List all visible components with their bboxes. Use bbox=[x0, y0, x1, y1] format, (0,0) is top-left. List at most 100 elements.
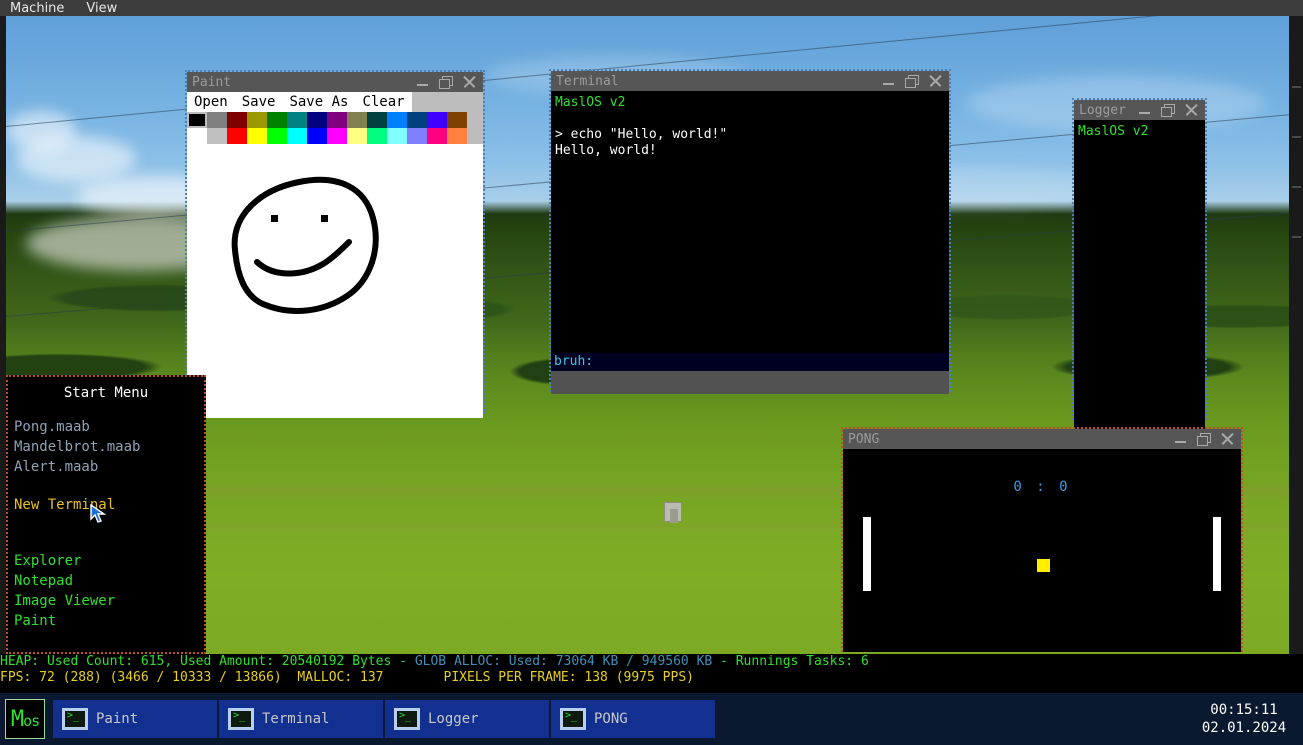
vm-menubar: Machine View bbox=[0, 0, 1303, 16]
paint-menu-open[interactable]: Open bbox=[187, 94, 235, 110]
close-icon[interactable] bbox=[1220, 432, 1234, 446]
vm-menu-machine[interactable]: Machine bbox=[10, 2, 64, 16]
taskbar-button-pong[interactable]: PONG bbox=[551, 700, 715, 738]
start-menu-item-explorer[interactable]: Explorer bbox=[8, 551, 204, 571]
status-sep-1: - bbox=[391, 654, 415, 669]
palette-swatch-r2-4[interactable] bbox=[267, 128, 287, 144]
minimize-icon[interactable] bbox=[416, 75, 430, 89]
paint-menu-clear[interactable]: Clear bbox=[355, 94, 411, 110]
start-menu-item-image-viewer[interactable]: Image Viewer bbox=[8, 591, 204, 611]
palette-swatch-r1-9[interactable] bbox=[367, 112, 387, 128]
pong-window[interactable]: PONG 0 : 0 bbox=[841, 427, 1243, 652]
palette-swatch-r2-3[interactable] bbox=[247, 128, 267, 144]
palette-swatch-r1-11[interactable] bbox=[407, 112, 427, 128]
maximize-icon[interactable] bbox=[905, 74, 919, 88]
start-menu-item-pong-maab[interactable]: Pong.maab bbox=[8, 417, 204, 437]
terminal-output: MaslOS v2 > echo "Hello, world!" Hello, … bbox=[551, 91, 949, 353]
pong-playfield[interactable]: 0 : 0 bbox=[843, 449, 1241, 652]
palette-swatch-r1-8[interactable] bbox=[347, 112, 367, 128]
palette-swatch-r1-13[interactable] bbox=[447, 112, 467, 128]
palette-swatch-r1-3[interactable] bbox=[247, 112, 267, 128]
start-menu-item-new-terminal[interactable]: New Terminal bbox=[8, 495, 204, 515]
taskbar-button-terminal[interactable]: Terminal bbox=[219, 700, 383, 738]
start-menu-item-notepad[interactable]: Notepad bbox=[8, 571, 204, 591]
palette-swatch-r2-10[interactable] bbox=[387, 128, 407, 144]
palette-swatch-r2-13[interactable] bbox=[447, 128, 467, 144]
terminal-window[interactable]: Terminal MaslOS v2 > echo "Hello, world!… bbox=[549, 69, 951, 394]
paint-menubar: Open Save Save As Clear bbox=[187, 92, 483, 112]
palette-swatch-r2-2[interactable] bbox=[227, 128, 247, 144]
palette-swatch-r2-12[interactable] bbox=[427, 128, 447, 144]
maximize-icon[interactable] bbox=[439, 75, 453, 89]
start-menu-spacer-1 bbox=[8, 477, 204, 495]
pong-paddle-right[interactable] bbox=[1213, 517, 1221, 591]
paint-menu-save[interactable]: Save bbox=[235, 94, 283, 110]
taskbar-button-paint[interactable]: Paint bbox=[53, 700, 217, 738]
palette-row-1[interactable] bbox=[187, 112, 483, 128]
palette-swatch-r1-1[interactable] bbox=[207, 112, 227, 128]
mos-logo-big: M bbox=[10, 706, 24, 732]
palette-swatch-r1-6[interactable] bbox=[307, 112, 327, 128]
start-menu-item-mandelbrot-maab[interactable]: Mandelbrot.maab bbox=[8, 437, 204, 457]
start-menu[interactable]: Start Menu Pong.maab Mandelbrot.maab Ale… bbox=[6, 375, 206, 654]
paint-titlebar[interactable]: Paint bbox=[187, 72, 483, 92]
palette-swatch-r1-10[interactable] bbox=[387, 112, 407, 128]
palette-swatch-r1-0[interactable] bbox=[187, 112, 207, 128]
palette-swatch-r2-1[interactable] bbox=[207, 128, 227, 144]
palette-swatch-r2-8[interactable] bbox=[347, 128, 367, 144]
palette-swatch-r2-5[interactable] bbox=[287, 128, 307, 144]
clock-date: 02.01.2024 bbox=[1201, 720, 1287, 736]
palette-swatch-r1-2[interactable] bbox=[227, 112, 247, 128]
paint-title: Paint bbox=[192, 74, 232, 90]
close-icon[interactable] bbox=[462, 75, 476, 89]
mouse-cursor-icon bbox=[90, 503, 107, 524]
paint-canvas[interactable] bbox=[187, 144, 483, 418]
start-menu-spacer-2 bbox=[8, 515, 204, 533]
taskbar-button-logger[interactable]: Logger bbox=[385, 700, 549, 738]
minimize-icon[interactable] bbox=[1174, 432, 1188, 446]
logger-window[interactable]: Logger MaslOS v2 bbox=[1072, 98, 1207, 438]
minimize-icon[interactable] bbox=[1138, 103, 1152, 117]
taskbar-clock: 00:15:11 02.01.2024 bbox=[1185, 693, 1303, 745]
palette-swatch-r2-0[interactable] bbox=[187, 128, 207, 144]
palette-swatch-r1-12[interactable] bbox=[427, 112, 447, 128]
close-icon[interactable] bbox=[928, 74, 942, 88]
terminal-window-controls bbox=[882, 74, 949, 88]
vm-menu-view[interactable]: View bbox=[86, 2, 117, 16]
palette-swatch-r2-11[interactable] bbox=[407, 128, 427, 144]
status-glob-alloc-text: GLOB ALLOC: Used: 73064 KB / 949560 KB bbox=[414, 654, 713, 669]
pong-titlebar[interactable]: PONG bbox=[843, 429, 1241, 449]
palette-swatch-r2-7[interactable] bbox=[327, 128, 347, 144]
pong-score-sep: : bbox=[1036, 479, 1048, 495]
logger-titlebar[interactable]: Logger bbox=[1074, 100, 1205, 120]
start-menu-item-alert-maab[interactable]: Alert.maab bbox=[8, 457, 204, 477]
taskbar: Mos Paint Terminal Logger PONG 00:15:11 02.… bbox=[0, 693, 1303, 745]
terminal-titlebar[interactable]: Terminal bbox=[551, 71, 949, 91]
paint-window[interactable]: Paint Open Save Save As Clear bbox=[185, 70, 485, 418]
palette-swatch-r2-6[interactable] bbox=[307, 128, 327, 144]
maximize-icon[interactable] bbox=[1161, 103, 1175, 117]
palette-swatch-r1-7[interactable] bbox=[327, 112, 347, 128]
close-icon[interactable] bbox=[1184, 103, 1198, 117]
mos-logo-small: os bbox=[23, 711, 40, 730]
paint-drawing bbox=[231, 176, 379, 314]
palette-swatch-r1-4[interactable] bbox=[267, 112, 287, 128]
taskbar-button-label: Logger bbox=[428, 711, 479, 727]
status-tasks-text: Runnings Tasks: 6 bbox=[735, 654, 869, 669]
paint-menu-save-as[interactable]: Save As bbox=[282, 94, 355, 110]
terminal-header: MaslOS v2 bbox=[555, 95, 626, 110]
status-pixels-text: PIXELS PER FRAME: 138 (9975 PPS) bbox=[443, 670, 694, 685]
paint-color-palette[interactable] bbox=[187, 112, 483, 144]
terminal-window-icon bbox=[228, 708, 254, 730]
terminal-input[interactable]: bruh: bbox=[551, 353, 949, 371]
start-button[interactable]: Mos bbox=[5, 699, 45, 739]
palette-swatch-r1-5[interactable] bbox=[287, 112, 307, 128]
start-menu-item-paint[interactable]: Paint bbox=[8, 611, 204, 631]
maximize-icon[interactable] bbox=[1197, 432, 1211, 446]
terminal-prompt: bruh: bbox=[554, 354, 594, 369]
palette-row-2[interactable] bbox=[187, 128, 483, 144]
terminal-window-icon bbox=[62, 708, 88, 730]
pong-paddle-left[interactable] bbox=[863, 517, 871, 591]
palette-swatch-r2-9[interactable] bbox=[367, 128, 387, 144]
minimize-icon[interactable] bbox=[882, 74, 896, 88]
